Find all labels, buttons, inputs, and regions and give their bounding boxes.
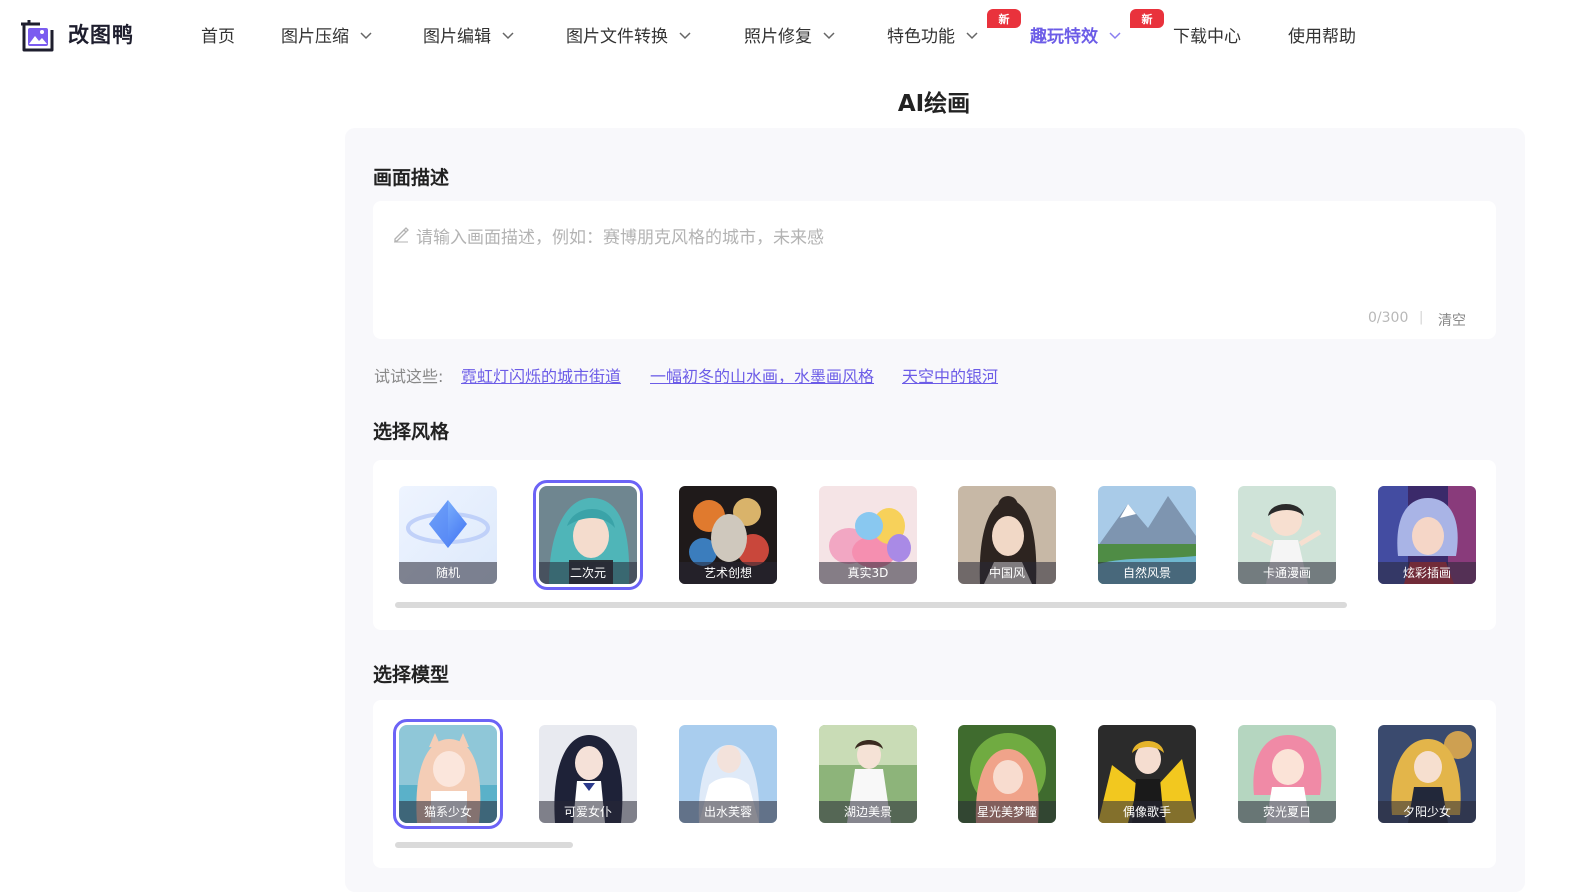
model-caption: 猫系少女 [399,801,497,823]
description-input[interactable] [390,220,1480,300]
style-option-nature[interactable]: 自然风景 [1098,486,1196,584]
style-caption: 真实3D [819,562,917,584]
nav-featured[interactable]: 特色功能 [887,22,979,47]
model-option-sunset[interactable]: 夕阳少女 [1378,725,1476,823]
style-option-colorful[interactable]: 炫彩插画 [1378,486,1476,584]
top-navbar: 改图鸭 首页 图片压缩 图片编辑 图片文件转换 照片修复 特色功能 新 趣玩特效… [0,0,1592,72]
nav-label: 图片文件转换 [566,27,668,47]
nav-label: 图片压缩 [281,27,349,47]
style-option-chinese[interactable]: 中国风 [958,486,1056,584]
clear-button[interactable]: 清空 [1438,310,1466,330]
model-option-fluorescent[interactable]: 荧光夏日 [1238,725,1336,823]
nav-photo-repair[interactable]: 照片修复 [744,22,836,47]
nav-file-convert[interactable]: 图片文件转换 [566,22,692,47]
style-caption: 自然风景 [1098,562,1196,584]
nav-home[interactable]: 首页 [201,22,235,47]
style-option-cartoon[interactable]: 卡通漫画 [1238,486,1336,584]
chevron-down-icon [823,31,835,39]
style-caption: 二次元 [539,562,637,584]
style-caption: 中国风 [958,562,1056,584]
model-caption: 出水芙蓉 [679,801,777,823]
style-scrollbar[interactable] [395,602,1347,608]
new-badge: 新 [1130,9,1164,28]
nav-label: 照片修复 [744,27,812,47]
model-option-idol[interactable]: 偶像歌手 [1098,725,1196,823]
model-caption: 可爱女仆 [539,801,637,823]
suggestions-label: 试试这些: [374,367,444,386]
model-section-title: 选择模型 [373,664,450,686]
nav-image-compress[interactable]: 图片压缩 [281,22,373,47]
nav-image-edit[interactable]: 图片编辑 [423,22,515,47]
logo-icon [21,20,54,52]
description-title: 画面描述 [373,167,450,189]
style-caption: 艺术创想 [679,562,777,584]
new-badge: 新 [987,9,1021,28]
nav-label: 下载中心 [1173,27,1241,47]
nav-label: 特色功能 [887,27,955,47]
suggestion-link[interactable]: 天空中的银河 [902,363,998,387]
nav-download-center[interactable]: 下载中心 [1173,22,1241,47]
nav-label: 使用帮助 [1288,27,1356,47]
nav-label: 趣玩特效 [1030,27,1098,47]
model-caption: 星光美梦瞳 [958,801,1056,823]
counter-separator: | [1419,310,1424,325]
nav-label: 图片编辑 [423,27,491,47]
style-option-random[interactable]: 随机 [399,486,497,584]
page-title: AI绘画 [897,91,971,117]
model-option-lotus[interactable]: 出水芙蓉 [679,725,777,823]
style-caption: 卡通漫画 [1238,562,1336,584]
style-section-title: 选择风格 [373,421,450,443]
suggestion-link[interactable]: 一幅初冬的山水画，水墨画风格 [650,363,874,387]
model-caption: 荧光夏日 [1238,801,1336,823]
model-option-cat-girl[interactable]: 猫系少女 [393,719,503,829]
chevron-down-icon [679,31,691,39]
style-caption: 炫彩插画 [1378,562,1476,584]
logo-text: 改图鸭 [68,23,134,47]
nav-help[interactable]: 使用帮助 [1288,22,1356,47]
model-caption: 湖边美景 [819,801,917,823]
nav-fun-effects[interactable]: 趣玩特效 [1030,22,1122,47]
logo[interactable]: 改图鸭 [20,16,134,52]
model-caption: 偶像歌手 [1098,801,1196,823]
model-scrollbar[interactable] [395,842,573,848]
model-option-maid[interactable]: 可爱女仆 [539,725,637,823]
style-option-real-3d[interactable]: 真实3D [819,486,917,584]
style-option-anime[interactable]: 二次元 [533,480,643,590]
style-caption: 随机 [399,562,497,584]
suggestion-link[interactable]: 霓虹灯闪烁的城市街道 [461,363,621,387]
chevron-down-icon [360,31,372,39]
model-caption: 夕阳少女 [1378,801,1476,823]
chevron-down-icon [1109,31,1121,39]
char-counter: 0/300 [1368,310,1409,326]
model-option-starlight[interactable]: 星光美梦瞳 [958,725,1056,823]
nav-label: 首页 [201,27,235,47]
model-option-lakeside[interactable]: 湖边美景 [819,725,917,823]
chevron-down-icon [966,31,978,39]
style-option-art-creative[interactable]: 艺术创想 [679,486,777,584]
chevron-down-icon [502,31,514,39]
